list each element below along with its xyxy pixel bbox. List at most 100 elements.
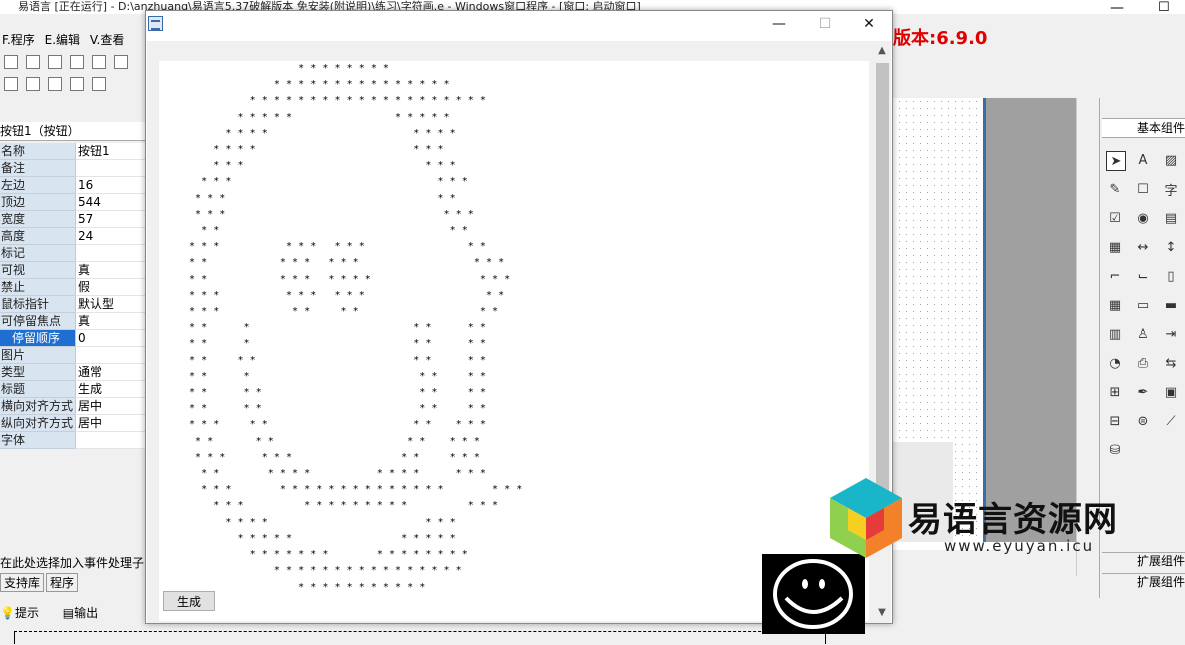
brush-icon[interactable]: ✒ (1134, 383, 1152, 401)
property-row[interactable]: 停留顺序 0 (0, 330, 150, 347)
spin-icon[interactable]: ↕ (1162, 238, 1180, 256)
slider-icon[interactable]: ↔ (1134, 238, 1152, 256)
property-value[interactable] (75, 245, 150, 262)
property-value[interactable]: 按钮1 (75, 143, 150, 160)
property-row[interactable]: 纵向对齐方式 居中 (0, 415, 150, 432)
tab-output[interactable]: ▤输出 (63, 606, 108, 620)
property-value[interactable]: 假 (75, 279, 150, 296)
graph-icon[interactable]: ⟋ (1162, 412, 1180, 430)
db-icon[interactable]: ⊟ (1106, 412, 1124, 430)
property-value[interactable] (75, 432, 150, 449)
property-value[interactable]: 居中 (75, 415, 150, 432)
property-row[interactable]: 字体 (0, 432, 150, 449)
align-bottom-icon[interactable] (92, 77, 106, 91)
odbc-icon[interactable]: ⛁ (1106, 441, 1124, 459)
maximize-button[interactable]: ☐ (802, 11, 848, 37)
tab-program[interactable]: 程序 (46, 573, 79, 592)
text-icon[interactable]: 字 (1162, 180, 1180, 199)
tab-icon[interactable]: ⌙ (1134, 267, 1152, 285)
tab-support-library[interactable]: 支持库 (0, 573, 45, 592)
align-icon[interactable] (4, 77, 18, 91)
ide-maximize-button[interactable]: ☐ (1158, 0, 1170, 15)
person-icon[interactable]: ♙ (1134, 325, 1152, 343)
menu-edit[interactable]: E.编辑 (43, 28, 84, 48)
tab-hint[interactable]: 💡提示 (0, 606, 49, 620)
scroll-up-icon[interactable]: ▲ (874, 41, 890, 59)
align-top-icon[interactable] (70, 77, 84, 91)
property-row[interactable]: 宽度 57 (0, 211, 150, 228)
window-title-bar[interactable]: — ☐ ✕ (146, 11, 892, 37)
checkbox-icon[interactable]: ☑ (1106, 209, 1124, 227)
property-value[interactable]: 生成 (75, 381, 150, 398)
menu-program[interactable]: F.程序 (0, 28, 39, 48)
printer-icon[interactable]: ⎙ (1134, 354, 1152, 372)
property-value[interactable]: 24 (75, 228, 150, 245)
cut-icon[interactable] (70, 55, 84, 69)
pointer-icon[interactable]: ➤ (1106, 151, 1126, 171)
running-window: — ☐ ✕ * * * * * * * * * * * * * * * * * … (145, 10, 893, 634)
property-row[interactable]: 高度 24 (0, 228, 150, 245)
paste-icon[interactable] (114, 55, 128, 69)
property-value[interactable]: 0 (75, 330, 150, 347)
property-row[interactable]: 顶边 544 (0, 194, 150, 211)
edit-icon[interactable]: ✎ (1106, 180, 1124, 198)
line-icon[interactable]: ⌐ (1106, 267, 1124, 285)
property-row[interactable]: 标题 生成 (0, 381, 150, 398)
folder-icon[interactable]: ▬ (1162, 296, 1180, 314)
property-row[interactable]: 标记 (0, 245, 150, 262)
box-icon[interactable]: ☐ (1134, 180, 1152, 198)
property-row[interactable]: 禁止假 (0, 279, 150, 296)
new-file-icon[interactable] (4, 55, 18, 69)
property-value[interactable]: 居中 (75, 398, 150, 415)
scroll-thumb[interactable] (876, 63, 889, 545)
property-value[interactable]: 544 (75, 194, 150, 211)
align-left-icon[interactable] (26, 77, 40, 91)
property-row[interactable]: 左边 16 (0, 177, 150, 194)
scroll-down-icon[interactable]: ▼ (874, 603, 890, 621)
network-icon[interactable]: ⇆ (1162, 354, 1180, 372)
property-row[interactable]: 名称 按钮1 (0, 143, 150, 160)
picture-icon[interactable]: ▨ (1162, 151, 1180, 169)
tree-icon[interactable]: ⊞ (1106, 383, 1124, 401)
ide-minimize-button[interactable]: — (1110, 0, 1124, 16)
timer-icon[interactable]: ◔ (1106, 354, 1124, 372)
property-value[interactable]: 真 (75, 262, 150, 279)
property-value[interactable]: 16 (75, 177, 150, 194)
property-row[interactable]: 备注 (0, 160, 150, 177)
event-handler-hint[interactable]: 在此处选择加入事件处理子 (0, 554, 150, 571)
property-row[interactable]: 可视真 (0, 262, 150, 279)
chart-icon[interactable]: ▥ (1106, 325, 1124, 343)
frame-icon[interactable]: ▯ (1162, 267, 1180, 285)
generate-button[interactable]: 生成 (163, 591, 215, 611)
window-icon[interactable]: ▣ (1162, 383, 1180, 401)
property-row[interactable]: 可停留焦点真 (0, 313, 150, 330)
split-icon[interactable]: ⇥ (1162, 325, 1180, 343)
grid-icon[interactable]: ▦ (1106, 238, 1124, 256)
property-row[interactable]: 鼠标指针 默认型 (0, 296, 150, 313)
property-row[interactable]: 图片 (0, 347, 150, 364)
extension-components-tab-2[interactable]: 扩展组件 (1102, 573, 1185, 591)
menu-view[interactable]: V.查看 (88, 28, 128, 48)
property-row[interactable]: 横向对齐方式 居中 (0, 398, 150, 415)
component-panel-header[interactable]: 基本组件 (1102, 118, 1185, 138)
list-icon[interactable]: ▤ (1162, 209, 1180, 227)
label-icon[interactable]: A (1134, 151, 1152, 169)
table-icon[interactable]: ▦ (1106, 296, 1124, 314)
property-value[interactable]: 默认型 (75, 296, 150, 313)
minimize-button[interactable]: — (756, 11, 802, 37)
input-icon[interactable]: ▭ (1134, 296, 1152, 314)
close-button[interactable]: ✕ (846, 11, 892, 37)
property-row[interactable]: 类型 通常 (0, 364, 150, 381)
align-right-icon[interactable] (48, 77, 62, 91)
property-value[interactable] (75, 160, 150, 177)
open-file-icon[interactable] (26, 55, 40, 69)
db2-icon[interactable]: ⊜ (1134, 412, 1152, 430)
radio-icon[interactable]: ◉ (1134, 209, 1152, 227)
property-value[interactable]: 通常 (75, 364, 150, 381)
property-value[interactable]: 57 (75, 211, 150, 228)
property-value[interactable] (75, 347, 150, 364)
copy-icon[interactable] (92, 55, 106, 69)
property-value[interactable]: 真 (75, 313, 150, 330)
save-icon[interactable] (48, 55, 62, 69)
extension-components-tab-1[interactable]: 扩展组件 (1102, 552, 1185, 570)
